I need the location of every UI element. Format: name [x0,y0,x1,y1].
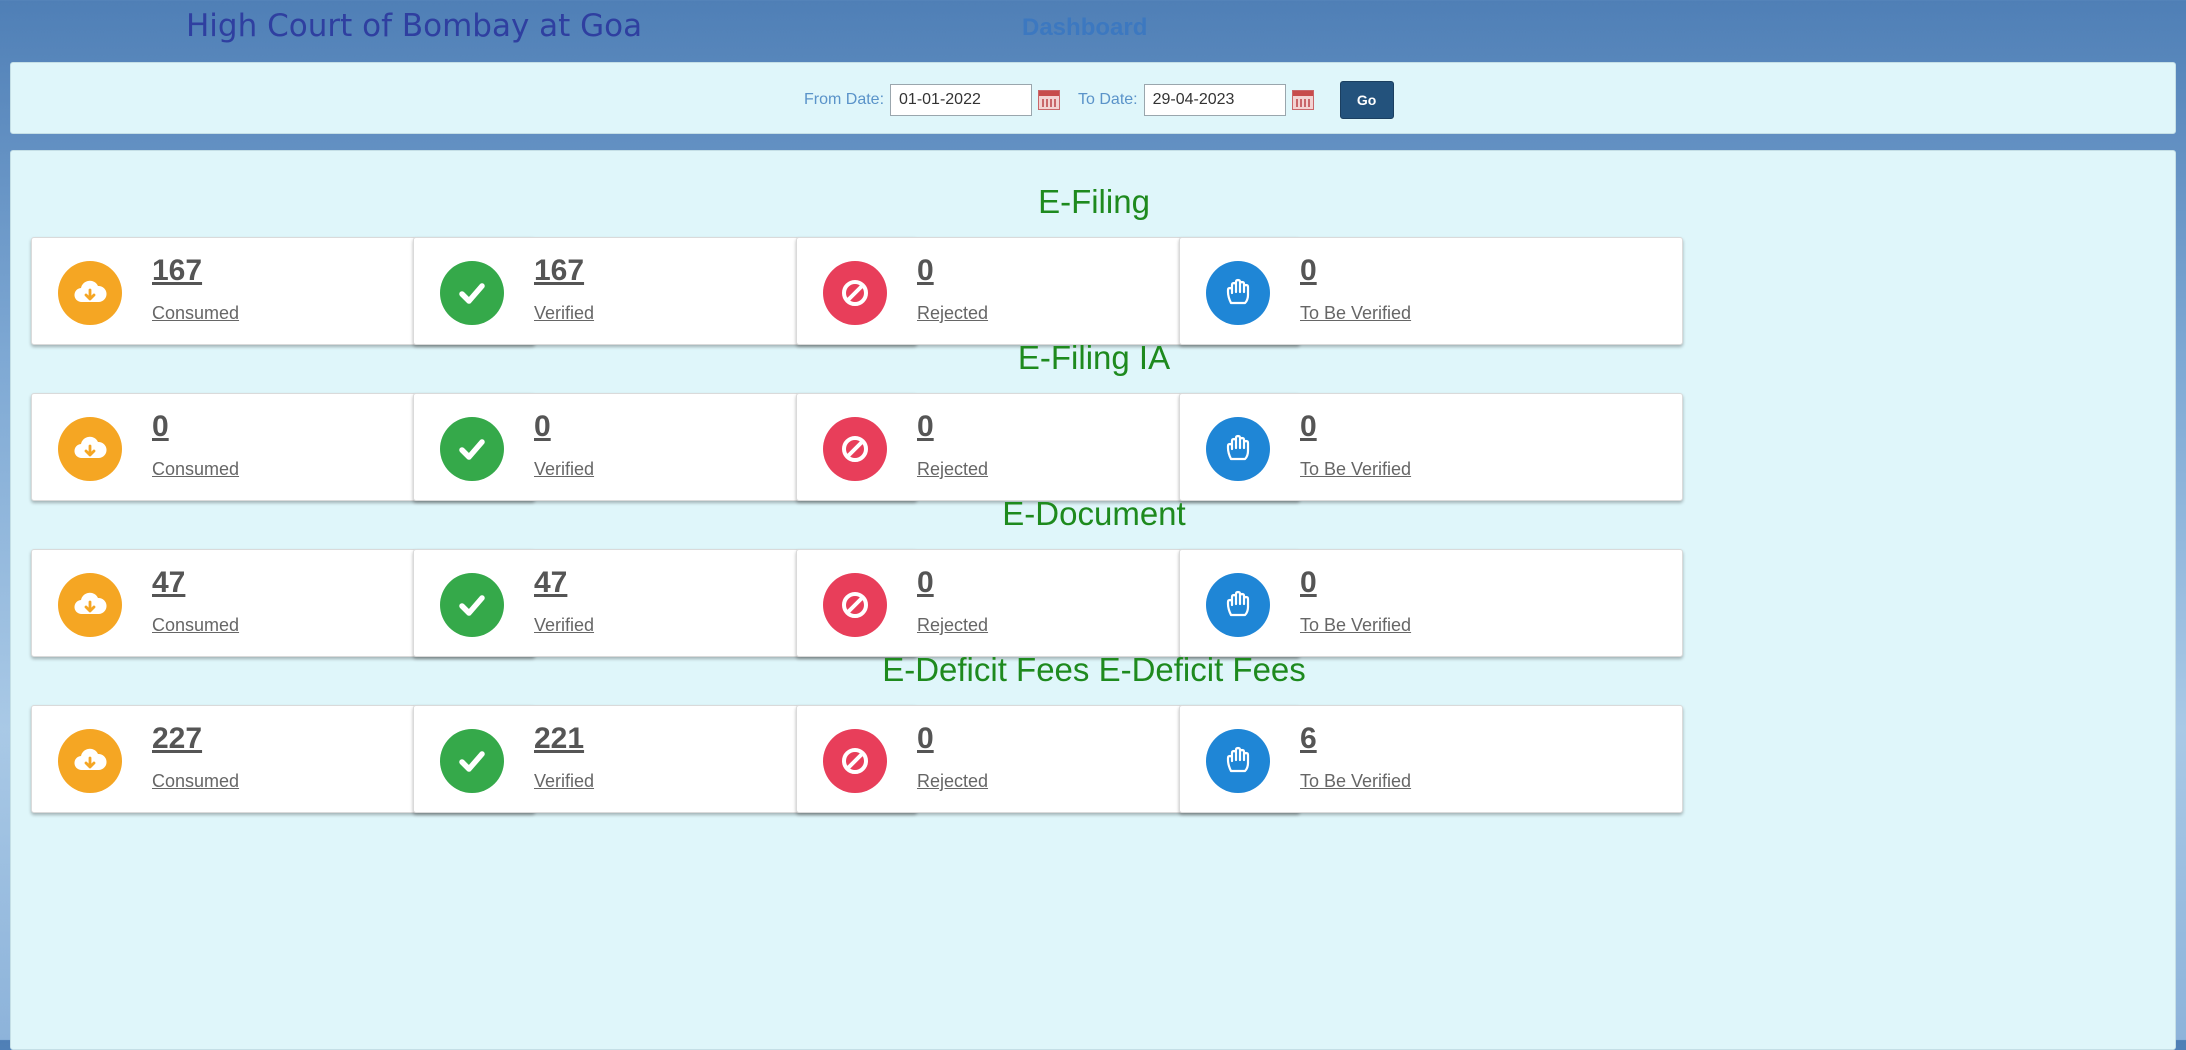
status-label[interactable]: Consumed [152,615,239,636]
count-value[interactable]: 0 [917,410,934,444]
calendar-icon[interactable] [1038,90,1061,110]
count-value[interactable]: 167 [152,254,202,288]
section-title-e-filing: E-Filing [1038,183,1150,220]
status-label[interactable]: Rejected [917,771,988,792]
status-label[interactable]: Rejected [917,459,988,480]
cloud-download-icon [58,417,122,481]
check-icon [440,261,504,325]
section-title-e-deficit-fees: E-Deficit Fees E-Deficit Fees [882,651,1306,688]
hand-icon [1206,417,1270,481]
page-title: Dashboard [1022,14,1148,41]
ban-icon [823,573,887,637]
count-value[interactable]: 221 [534,722,584,756]
from-date-label: From Date: [804,91,885,108]
calendar-icon[interactable] [1291,90,1314,110]
check-icon [440,417,504,481]
count-value[interactable]: 0 [534,410,551,444]
count-value[interactable]: 167 [534,254,584,288]
count-value[interactable]: 0 [1300,254,1317,288]
ban-icon [823,417,887,481]
status-label[interactable]: Verified [534,771,594,792]
cloud-download-icon [58,573,122,637]
status-label[interactable]: Verified [534,303,594,324]
stat-card-to-be-verified[interactable]: 0 To Be Verified [1179,549,1683,657]
status-label[interactable]: Verified [534,615,594,636]
dashboard-panel: E-Filing 167 Consumed 167 Verified 0 Rej… [10,150,2176,1050]
status-label[interactable]: Consumed [152,771,239,792]
header-bar: High Court of Bombay at Goa Dashboard [0,0,2186,62]
status-label[interactable]: Verified [534,459,594,480]
check-icon [440,729,504,793]
status-label[interactable]: To Be Verified [1300,303,1411,324]
count-value[interactable]: 0 [917,254,934,288]
court-title: High Court of Bombay at Goa [186,8,643,44]
count-value[interactable]: 0 [917,566,934,600]
date-filter-bar: From Date: To Date: Go [10,62,2176,134]
stat-card-to-be-verified[interactable]: 0 To Be Verified [1179,237,1683,345]
status-label[interactable]: To Be Verified [1300,459,1411,480]
ban-icon [823,261,887,325]
status-label[interactable]: Consumed [152,459,239,480]
count-value[interactable]: 6 [1300,722,1317,756]
hand-icon [1206,729,1270,793]
go-button[interactable]: Go [1339,81,1394,119]
section-title-e-document: E-Document [1002,495,1186,532]
from-date-input[interactable] [890,84,1033,116]
to-date-input[interactable] [1143,84,1286,116]
check-icon [440,573,504,637]
count-value[interactable]: 0 [1300,410,1317,444]
status-label[interactable]: Rejected [917,303,988,324]
count-value[interactable]: 0 [917,722,934,756]
to-date-label: To Date: [1078,91,1138,108]
status-label[interactable]: To Be Verified [1300,771,1411,792]
stat-card-to-be-verified[interactable]: 0 To Be Verified [1179,393,1683,501]
status-label[interactable]: Rejected [917,615,988,636]
status-label[interactable]: Consumed [152,303,239,324]
count-value[interactable]: 0 [1300,566,1317,600]
cloud-download-icon [58,729,122,793]
hand-icon [1206,261,1270,325]
status-label[interactable]: To Be Verified [1300,615,1411,636]
stat-card-to-be-verified[interactable]: 6 To Be Verified [1179,705,1683,813]
count-value[interactable]: 47 [152,566,185,600]
ban-icon [823,729,887,793]
count-value[interactable]: 227 [152,722,202,756]
cloud-download-icon [58,261,122,325]
count-value[interactable]: 47 [534,566,567,600]
count-value[interactable]: 0 [152,410,169,444]
section-title-e-filing-ia: E-Filing IA [1017,339,1171,376]
hand-icon [1206,573,1270,637]
